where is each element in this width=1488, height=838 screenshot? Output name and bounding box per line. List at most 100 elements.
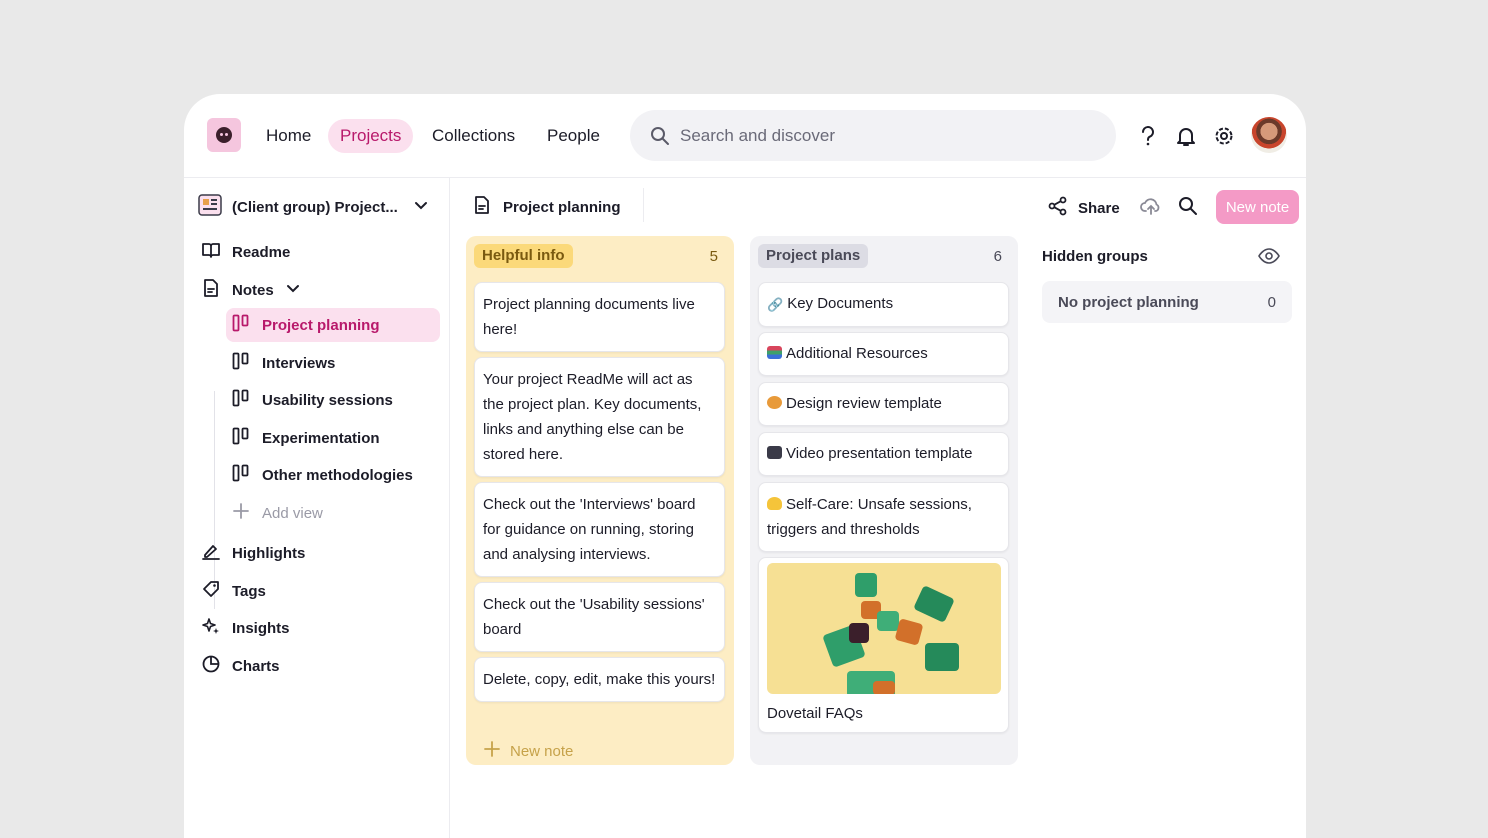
board-icon bbox=[232, 352, 250, 374]
sidebar-item-label: Usability sessions bbox=[262, 391, 393, 409]
project-icon bbox=[198, 194, 222, 220]
help-icon[interactable] bbox=[1136, 124, 1160, 148]
hidden-groups-title: Hidden groups bbox=[1042, 248, 1148, 265]
sidebar-item-highlights[interactable]: Highlights bbox=[202, 536, 305, 570]
note-card[interactable]: Your project ReadMe will act as the proj… bbox=[474, 357, 725, 477]
app-logo-icon[interactable] bbox=[207, 118, 241, 152]
sidebar-item-label: Other methodologies bbox=[262, 466, 413, 484]
share-label: Share bbox=[1078, 199, 1120, 217]
sidebar-item-label: Tags bbox=[232, 582, 266, 600]
note-card[interactable]: Delete, copy, edit, make this yours! bbox=[474, 657, 725, 702]
tag-icon bbox=[202, 580, 220, 602]
search-bar[interactable] bbox=[630, 110, 1116, 161]
sidebar: (Client group) Project... Readme Notes P… bbox=[184, 178, 450, 838]
sidebar-item-experimentation[interactable]: Experimentation bbox=[226, 421, 440, 455]
top-nav: Home Projects Collections People bbox=[184, 94, 1306, 178]
sidebar-item-charts[interactable]: Charts bbox=[202, 649, 280, 683]
project-selector[interactable]: (Client group) Project... bbox=[198, 194, 427, 220]
sidebar-item-label: Experimentation bbox=[262, 429, 380, 447]
nav-collections[interactable]: Collections bbox=[420, 119, 527, 153]
gear-icon[interactable] bbox=[1212, 124, 1236, 148]
chevron-down-icon[interactable] bbox=[286, 281, 300, 299]
add-view-button[interactable]: Add view bbox=[226, 496, 440, 530]
board-title: Project planning bbox=[473, 196, 621, 218]
board-title-text: Project planning bbox=[503, 198, 621, 216]
hidden-groups-header: Hidden groups bbox=[1042, 248, 1292, 265]
divider bbox=[643, 188, 644, 222]
hidden-group-label: No project planning bbox=[1058, 293, 1199, 311]
sidebar-item-label: Notes bbox=[232, 281, 274, 299]
column-count: 5 bbox=[709, 248, 718, 265]
sidebar-item-label: Readme bbox=[232, 243, 291, 261]
note-card-title: Key Documents bbox=[787, 295, 894, 312]
board-icon bbox=[232, 389, 250, 411]
project-name: (Client group) Project... bbox=[232, 198, 398, 216]
board-icon bbox=[232, 314, 250, 336]
note-card[interactable]: Design review template bbox=[758, 382, 1009, 426]
note-card-title: Additional Resources bbox=[786, 345, 928, 362]
board-header: Project planning Share New note bbox=[451, 178, 1306, 236]
plus-icon bbox=[232, 502, 250, 524]
sidebar-item-usability-sessions[interactable]: Usability sessions bbox=[226, 383, 440, 417]
chevron-down-icon[interactable] bbox=[414, 198, 428, 216]
nav-projects[interactable]: Projects bbox=[328, 119, 414, 153]
link-icon: 🔗 bbox=[767, 297, 784, 312]
column-title[interactable]: Helpful info bbox=[474, 244, 573, 268]
note-card[interactable]: Additional Resources bbox=[758, 332, 1009, 376]
sidebar-item-label: Highlights bbox=[232, 544, 306, 562]
note-card[interactable]: Project planning documents live here! bbox=[474, 282, 725, 352]
hidden-group-row[interactable]: No project planning 0 bbox=[1042, 281, 1292, 323]
search-icon[interactable] bbox=[1178, 196, 1198, 221]
note-icon bbox=[202, 279, 220, 301]
note-card[interactable]: Check out the 'Interviews' board for gui… bbox=[474, 482, 725, 577]
note-card[interactable]: Video presentation template bbox=[758, 432, 1009, 476]
sidebar-item-readme[interactable]: Readme bbox=[202, 235, 290, 269]
note-card[interactable]: Self-Care: Unsafe sessions, triggers and… bbox=[758, 482, 1009, 552]
sidebar-item-insights[interactable]: Insights bbox=[202, 611, 290, 645]
nav-home[interactable]: Home bbox=[254, 119, 323, 153]
puzzle-image bbox=[767, 563, 1001, 694]
note-card-title: Dovetail FAQs bbox=[767, 705, 863, 722]
app-window: Home Projects Collections People (Client… bbox=[184, 94, 1306, 838]
sidebar-item-label: Charts bbox=[232, 657, 280, 675]
highlighter-icon bbox=[202, 542, 220, 564]
search-icon bbox=[650, 126, 670, 151]
video-camera-icon bbox=[767, 446, 782, 459]
nav-people[interactable]: People bbox=[535, 119, 612, 153]
column-title[interactable]: Project plans bbox=[758, 244, 869, 268]
note-card-title: Design review template bbox=[786, 395, 942, 412]
search-input[interactable] bbox=[680, 110, 1100, 161]
pie-chart-icon bbox=[202, 655, 220, 677]
share-button[interactable]: Share bbox=[1048, 196, 1120, 220]
hidden-group-count: 0 bbox=[1267, 293, 1276, 311]
sidebar-item-other-methodologies[interactable]: Other methodologies bbox=[226, 458, 440, 492]
sidebar-item-project-planning[interactable]: Project planning bbox=[226, 308, 440, 342]
board-column-helpful-info: Helpful info 5 Project planning document… bbox=[466, 236, 734, 765]
eye-icon[interactable] bbox=[1258, 248, 1280, 268]
bell-icon[interactable] bbox=[1174, 124, 1198, 148]
sidebar-item-tags[interactable]: Tags bbox=[202, 574, 266, 608]
column-count: 6 bbox=[993, 248, 1002, 265]
cloud-upload-icon[interactable] bbox=[1140, 196, 1162, 221]
sidebar-item-label: Interviews bbox=[262, 354, 336, 372]
share-icon bbox=[1048, 196, 1068, 220]
avatar[interactable] bbox=[1251, 117, 1287, 153]
sidebar-item-label: Insights bbox=[232, 619, 290, 637]
sparkle-icon bbox=[202, 617, 220, 639]
note-card[interactable]: Check out the 'Usability sessions' board bbox=[474, 582, 725, 652]
sidebar-item-interviews[interactable]: Interviews bbox=[226, 346, 440, 380]
add-note-label: New note bbox=[510, 742, 574, 760]
column-header: Project plans 6 bbox=[758, 244, 1002, 270]
note-card-title: Self-Care: Unsafe sessions, triggers and… bbox=[767, 496, 972, 538]
note-icon bbox=[473, 196, 491, 218]
new-note-button[interactable]: New note bbox=[1216, 190, 1299, 224]
board-icon bbox=[232, 464, 250, 486]
sidebar-item-label: Project planning bbox=[262, 316, 380, 334]
note-card-title: Video presentation template bbox=[786, 445, 973, 462]
book-icon bbox=[202, 241, 220, 263]
note-card[interactable]: Dovetail FAQs bbox=[758, 557, 1009, 733]
note-card[interactable]: 🔗 Key Documents bbox=[758, 282, 1009, 327]
sidebar-item-notes[interactable]: Notes bbox=[202, 273, 300, 307]
add-note-button[interactable]: New note bbox=[484, 741, 573, 761]
column-header: Helpful info 5 bbox=[474, 244, 718, 270]
